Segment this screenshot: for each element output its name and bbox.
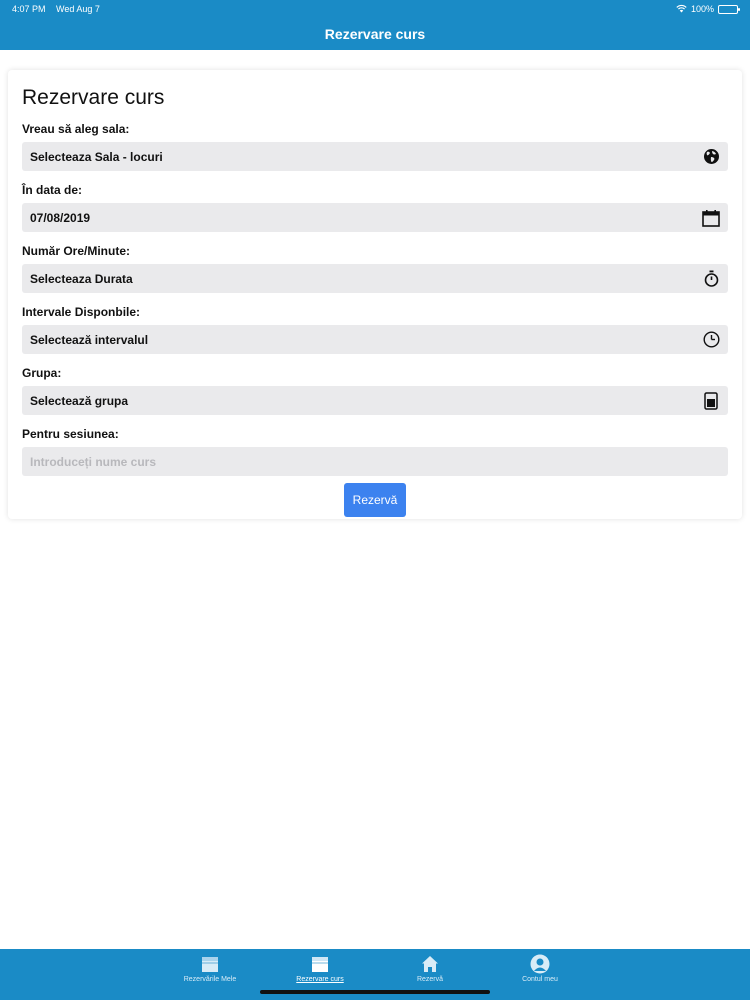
reserve-button[interactable]: Rezervă — [344, 483, 406, 517]
user-icon — [530, 954, 550, 974]
date-value: 07/08/2019 — [30, 210, 91, 225]
calendar-icon — [702, 209, 720, 227]
tab-my-reservations[interactable]: Rezervările Mele — [155, 949, 265, 1000]
duration-value: Selecteaza Durata — [30, 271, 133, 286]
group-value: Selectează grupa — [30, 393, 129, 408]
stopwatch-icon — [702, 270, 720, 288]
interval-label: Intervale Disponbile: — [22, 305, 141, 319]
interval-select[interactable]: Selectează intervalul — [22, 325, 728, 354]
clock-icon — [702, 331, 720, 349]
group-select[interactable]: Selectează grupa — [22, 386, 728, 415]
battery-percent: 100% — [690, 4, 714, 14]
status-time: 4:07 PM — [12, 4, 46, 14]
nav-title: Rezervare curs — [324, 26, 426, 42]
tab-my-account[interactable]: Contul meu — [485, 949, 595, 1000]
tab-label: Contul meu — [522, 976, 558, 983]
interval-value: Selectează intervalul — [30, 332, 149, 347]
status-bar: 4:07 PM Wed Aug 7 100% — [0, 0, 750, 18]
group-label: Grupa: — [22, 366, 62, 380]
home-indicator — [260, 990, 490, 994]
booking-form-card: Rezervare curs Vreau să aleg sala: Selec… — [8, 70, 742, 519]
calendar-icon — [310, 954, 330, 974]
tab-label: Rezervare curs — [296, 976, 344, 983]
room-label: Vreau să aleg sala: — [22, 122, 130, 136]
duration-select[interactable]: Selecteaza Durata — [22, 264, 728, 293]
status-date: Wed Aug 7 — [56, 4, 100, 14]
group-icon — [702, 391, 720, 410]
duration-label: Număr Ore/Minute: — [22, 244, 131, 258]
room-select[interactable]: Selecteaza Sala - locuri — [22, 142, 728, 171]
tab-label: Rezervările Mele — [183, 976, 237, 983]
course-name-input[interactable] — [30, 454, 720, 469]
wifi-icon — [676, 4, 687, 15]
tab-label: Rezervă — [416, 976, 444, 983]
room-select-value: Selecteaza Sala - locuri — [30, 149, 163, 164]
date-label: În data de: — [22, 183, 83, 197]
battery-icon — [718, 4, 740, 14]
course-name-field[interactable] — [22, 447, 728, 476]
date-picker[interactable]: 07/08/2019 — [22, 203, 728, 232]
session-label: Pentru sesiunea: — [22, 427, 119, 441]
form-title: Rezervare curs — [22, 86, 165, 109]
calendar-icon — [200, 954, 220, 974]
home-icon — [420, 954, 440, 974]
globe-icon — [702, 148, 720, 166]
nav-bar: Rezervare curs — [0, 18, 750, 50]
